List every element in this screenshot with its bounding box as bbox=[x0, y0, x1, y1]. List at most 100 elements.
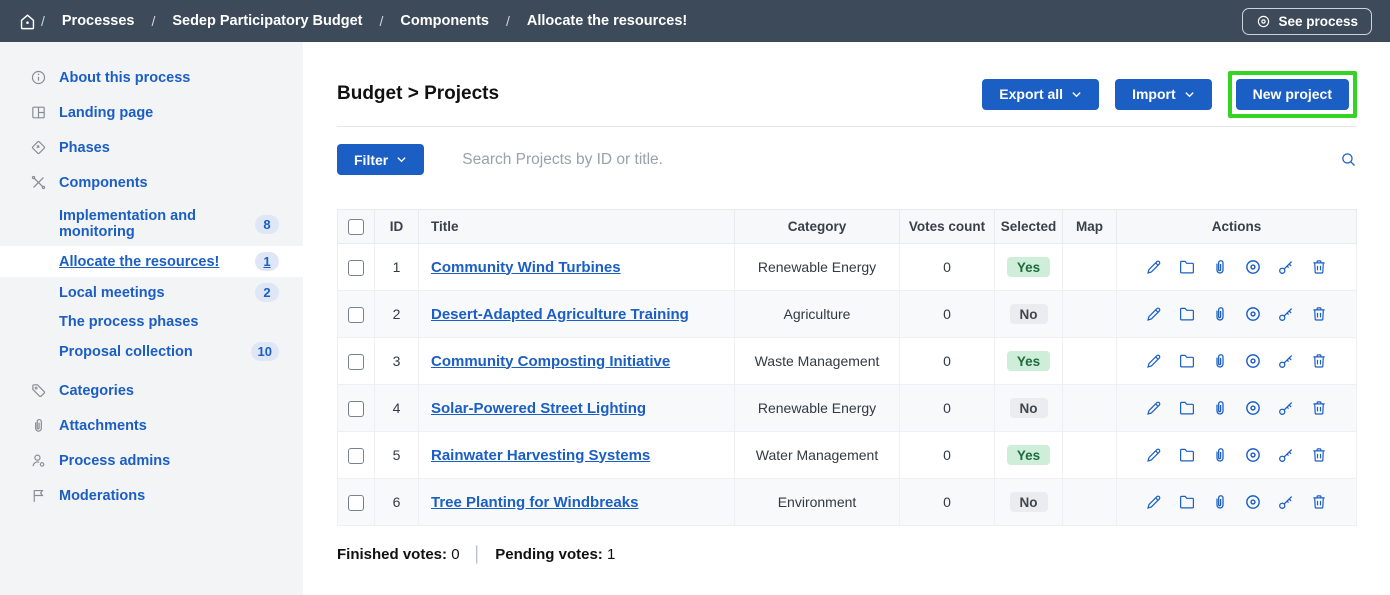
sidebar-item-attachments[interactable]: Attachments bbox=[0, 408, 303, 443]
project-map-cell bbox=[1063, 432, 1117, 479]
sidebar-subitem-process-phases[interactable]: The process phases bbox=[0, 308, 303, 336]
sidebar-item-label: Categories bbox=[59, 383, 134, 399]
search-input[interactable] bbox=[436, 151, 1328, 169]
delete-icon[interactable] bbox=[1310, 352, 1328, 370]
project-title-link[interactable]: Solar-Powered Street Lighting bbox=[431, 400, 646, 417]
preview-icon[interactable] bbox=[1244, 493, 1262, 511]
edit-icon[interactable] bbox=[1145, 305, 1163, 323]
breadcrumb-process-title[interactable]: Sedep Participatory Budget bbox=[172, 13, 362, 29]
folder-icon[interactable] bbox=[1178, 446, 1196, 464]
edit-icon[interactable] bbox=[1145, 493, 1163, 511]
see-process-button[interactable]: See process bbox=[1242, 8, 1372, 35]
sidebar-item-categories[interactable]: Categories bbox=[0, 373, 303, 408]
attachments-icon[interactable] bbox=[1211, 352, 1229, 370]
edit-icon[interactable] bbox=[1145, 399, 1163, 417]
sidebar-item-components[interactable]: Components bbox=[0, 165, 303, 200]
row-checkbox[interactable] bbox=[348, 401, 364, 417]
attachments-icon[interactable] bbox=[1211, 493, 1229, 511]
permissions-key-icon[interactable] bbox=[1277, 305, 1295, 323]
layout-grid-icon bbox=[30, 104, 47, 121]
preview-icon[interactable] bbox=[1244, 446, 1262, 464]
attachments-icon[interactable] bbox=[1211, 399, 1229, 417]
folder-icon[interactable] bbox=[1178, 493, 1196, 511]
breadcrumb-current-component[interactable]: Allocate the resources! bbox=[527, 13, 687, 29]
breadcrumb-components[interactable]: Components bbox=[400, 13, 489, 29]
project-id: 1 bbox=[375, 244, 419, 291]
breadcrumb-processes[interactable]: Processes bbox=[62, 13, 135, 29]
project-id: 6 bbox=[375, 479, 419, 526]
delete-icon[interactable] bbox=[1310, 493, 1328, 511]
delete-icon[interactable] bbox=[1310, 305, 1328, 323]
project-map-cell bbox=[1063, 479, 1117, 526]
sidebar-subitem-implementation[interactable]: Implementation and monitoring 8 bbox=[0, 202, 303, 246]
select-all-checkbox[interactable] bbox=[348, 219, 364, 235]
column-header-map: Map bbox=[1063, 210, 1117, 244]
table-row: 5 Rainwater Harvesting Systems Water Man… bbox=[338, 432, 1357, 479]
preview-icon[interactable] bbox=[1244, 399, 1262, 417]
edit-icon[interactable] bbox=[1145, 352, 1163, 370]
filter-button[interactable]: Filter bbox=[337, 144, 424, 175]
project-title-link[interactable]: Community Wind Turbines bbox=[431, 259, 621, 276]
import-button[interactable]: Import bbox=[1115, 79, 1212, 110]
project-title-link[interactable]: Desert-Adapted Agriculture Training bbox=[431, 306, 689, 323]
preview-icon[interactable] bbox=[1244, 258, 1262, 276]
edit-icon[interactable] bbox=[1145, 258, 1163, 276]
row-checkbox[interactable] bbox=[348, 354, 364, 370]
eye-icon bbox=[1256, 14, 1271, 29]
finished-votes-label: Finished votes: bbox=[337, 546, 447, 563]
sidebar-item-phases[interactable]: Phases bbox=[0, 130, 303, 165]
attachments-icon[interactable] bbox=[1211, 305, 1229, 323]
permissions-key-icon[interactable] bbox=[1277, 352, 1295, 370]
column-header-id: ID bbox=[375, 210, 419, 244]
permissions-key-icon[interactable] bbox=[1277, 446, 1295, 464]
folder-icon[interactable] bbox=[1178, 352, 1196, 370]
permissions-key-icon[interactable] bbox=[1277, 493, 1295, 511]
table-header-row: ID Title Category Votes count Selected M… bbox=[338, 210, 1357, 244]
delete-icon[interactable] bbox=[1310, 446, 1328, 464]
sidebar-subitem-proposal-collection[interactable]: Proposal collection 10 bbox=[0, 336, 303, 367]
row-checkbox[interactable] bbox=[348, 495, 364, 511]
sidebar-item-moderations[interactable]: Moderations bbox=[0, 478, 303, 513]
breadcrumb-separator: / bbox=[380, 13, 384, 29]
votes-separator: │ bbox=[473, 546, 482, 563]
permissions-key-icon[interactable] bbox=[1277, 399, 1295, 417]
column-header-category: Category bbox=[735, 210, 900, 244]
selected-badge: No bbox=[1010, 398, 1048, 418]
topbar: / Processes / Sedep Participatory Budget… bbox=[0, 0, 1390, 42]
sidebar-item-process-admins[interactable]: Process admins bbox=[0, 443, 303, 478]
row-checkbox[interactable] bbox=[348, 260, 364, 276]
folder-icon[interactable] bbox=[1178, 258, 1196, 276]
row-checkbox[interactable] bbox=[348, 307, 364, 323]
edit-icon[interactable] bbox=[1145, 446, 1163, 464]
preview-icon[interactable] bbox=[1244, 305, 1262, 323]
sidebar-item-landing-page[interactable]: Landing page bbox=[0, 95, 303, 130]
project-category: Environment bbox=[735, 479, 900, 526]
project-title-link[interactable]: Rainwater Harvesting Systems bbox=[431, 447, 650, 464]
breadcrumb-separator: / bbox=[506, 13, 510, 29]
project-map-cell bbox=[1063, 338, 1117, 385]
preview-icon[interactable] bbox=[1244, 352, 1262, 370]
export-all-button[interactable]: Export all bbox=[982, 79, 1099, 110]
project-votes: 0 bbox=[900, 479, 995, 526]
home-icon[interactable] bbox=[18, 12, 37, 31]
project-title-link[interactable]: Community Composting Initiative bbox=[431, 353, 670, 370]
tools-icon bbox=[30, 174, 47, 191]
project-title-link[interactable]: Tree Planting for Windbreaks bbox=[431, 494, 638, 511]
sidebar-subitem-local-meetings[interactable]: Local meetings 2 bbox=[0, 277, 303, 308]
delete-icon[interactable] bbox=[1310, 399, 1328, 417]
delete-icon[interactable] bbox=[1310, 258, 1328, 276]
attachments-icon[interactable] bbox=[1211, 446, 1229, 464]
pending-votes-label: Pending votes: bbox=[495, 546, 603, 563]
permissions-key-icon[interactable] bbox=[1277, 258, 1295, 276]
breadcrumb-separator: / bbox=[41, 13, 45, 29]
search-icon[interactable] bbox=[1340, 151, 1357, 168]
row-checkbox[interactable] bbox=[348, 448, 364, 464]
sidebar-item-about[interactable]: About this process bbox=[0, 60, 303, 95]
attachments-icon[interactable] bbox=[1211, 258, 1229, 276]
folder-icon[interactable] bbox=[1178, 305, 1196, 323]
subitem-label: Implementation and monitoring bbox=[59, 208, 255, 240]
paperclip-icon bbox=[30, 417, 47, 434]
folder-icon[interactable] bbox=[1178, 399, 1196, 417]
new-project-button[interactable]: New project bbox=[1236, 79, 1349, 110]
sidebar-subitem-allocate-resources[interactable]: Allocate the resources! 1 bbox=[0, 246, 303, 277]
